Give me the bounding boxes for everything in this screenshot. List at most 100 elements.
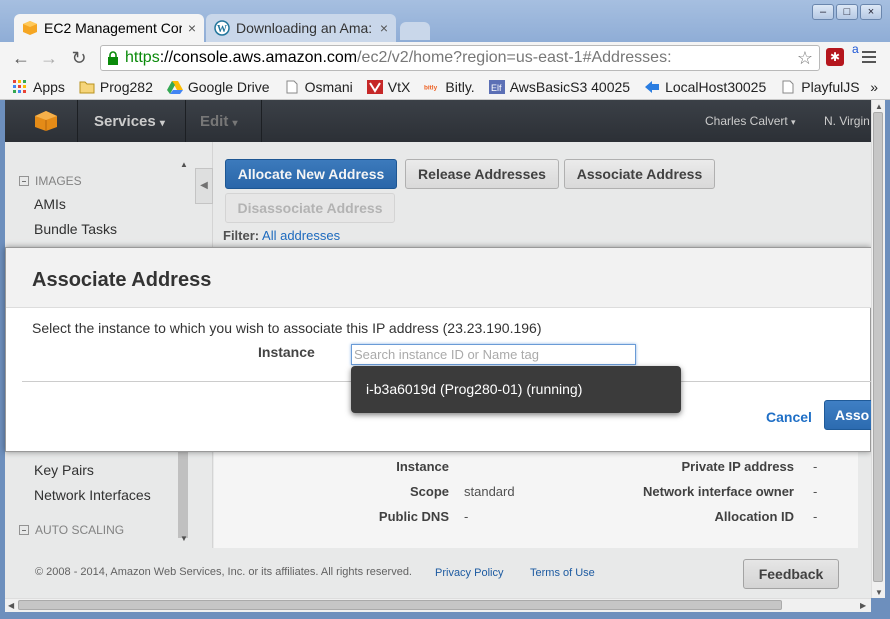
bookmark-google-drive[interactable]: Google Drive (166, 78, 270, 95)
filter-dropdown[interactable]: All addresses (262, 228, 340, 243)
region-menu[interactable]: N. Virgin (824, 114, 870, 128)
url-path: /ec2/v2/home?region=us-east-1#Addresses: (357, 49, 672, 66)
scroll-down-icon[interactable]: ▼ (875, 588, 883, 597)
bookmarks-bar: Apps Prog282 Google Drive Osmani VtX bit… (0, 74, 890, 100)
release-addresses-button[interactable]: Release Addresses (405, 159, 559, 189)
detail-scope-label: Scope (409, 484, 449, 499)
instance-label: Instance (258, 344, 315, 360)
bookmarks-overflow-icon[interactable]: » (870, 79, 878, 95)
privacy-policy-link[interactable]: Privacy Policy (435, 567, 503, 579)
sidebar-section-images[interactable]: IMAGES (19, 174, 82, 188)
horizontal-scrollbar-thumb[interactable] (18, 600, 782, 610)
nav-divider (185, 100, 186, 142)
detail-public-dns-label: Public DNS (378, 509, 449, 524)
vtx-icon (366, 79, 383, 94)
scroll-down-icon[interactable]: ▼ (180, 534, 188, 543)
extension-badge[interactable]: a (852, 42, 859, 56)
detail-nio-label: Network interface owner (643, 484, 794, 499)
window-controls: – □ × (812, 4, 882, 20)
detail-allocation-label: Allocation ID (714, 509, 794, 524)
back-icon[interactable]: ← (10, 47, 32, 69)
tab-title: EC2 Management Cor (44, 20, 182, 36)
nav-divider (261, 100, 262, 142)
bookmark-label: Google Drive (187, 78, 270, 95)
sidebar-item-key-pairs[interactable]: Key Pairs (34, 462, 94, 478)
scroll-left-icon[interactable]: ◀ (8, 601, 14, 610)
allocate-address-button[interactable]: Allocate New Address (225, 159, 397, 189)
svg-text:W: W (217, 24, 227, 35)
sidebar-item-amis[interactable]: AMIs (34, 196, 66, 212)
aws-cube-icon[interactable] (31, 110, 61, 132)
sidebar-section-auto-scaling[interactable]: AUTO SCALING (19, 523, 124, 537)
bookmark-star-icon[interactable]: ☆ (797, 46, 813, 70)
collapse-icon (19, 176, 29, 186)
bookmark-vtx[interactable]: VtX (366, 78, 411, 95)
tab-close-icon[interactable]: × (380, 20, 388, 36)
sidebar-heading: IMAGES (35, 174, 82, 188)
lock-icon (108, 51, 118, 65)
vertical-scrollbar-thumb[interactable] (873, 112, 883, 582)
diamond-arrow-icon (645, 80, 660, 93)
tab-close-icon[interactable]: × (188, 20, 196, 36)
bookmark-apps[interactable]: Apps (12, 79, 65, 95)
sidebar-heading: AUTO SCALING (35, 523, 125, 537)
user-menu[interactable]: Charles Calvert ▾ (705, 114, 796, 128)
detail-scope-value: standard (464, 484, 515, 499)
svg-text:Elf: Elf (491, 83, 502, 93)
dialog-header: Associate Address (6, 248, 872, 308)
scroll-up-icon[interactable]: ▲ (180, 160, 188, 169)
svg-text:bitly: bitly (424, 84, 438, 91)
forward-icon[interactable]: → (38, 47, 60, 69)
address-bar[interactable]: https://console.aws.amazon.com/ec2/v2/ho… (100, 45, 820, 71)
bookmark-prog282[interactable]: Prog282 (79, 79, 153, 95)
bookmark-bitly[interactable]: bitly Bitly. (424, 79, 474, 95)
aws-top-nav: Services ▾ Edit ▾ Charles Calvert ▾ N. V… (5, 100, 871, 142)
sidebar-item-network-interfaces[interactable]: Network Interfaces (34, 487, 151, 503)
scroll-up-icon[interactable]: ▲ (875, 102, 883, 111)
address-details-panel: Instance Scope standard Public DNS - Pri… (214, 448, 858, 548)
cancel-link[interactable]: Cancel (766, 409, 812, 425)
instance-search-input[interactable] (351, 344, 636, 365)
feedback-button[interactable]: Feedback (743, 559, 839, 589)
browser-titlebar: EC2 Management Cor × W Downloading an Am… (0, 0, 890, 42)
instance-suggestion-option[interactable]: i-b3a6019d (Prog280-01) (running) (351, 366, 681, 413)
tab-ec2-management[interactable]: EC2 Management Cor × (14, 14, 204, 42)
reload-icon[interactable]: ↻ (68, 47, 90, 69)
scroll-right-icon[interactable]: ▶ (860, 601, 866, 610)
apps-grid-icon (13, 79, 26, 93)
aws-box-icon (23, 21, 37, 35)
chrome-menu-icon[interactable] (862, 51, 876, 66)
chevron-down-icon: ▾ (232, 118, 238, 129)
bookmark-localhost30025[interactable]: LocalHost30025 (644, 79, 766, 95)
detail-instance-label: Instance (396, 459, 449, 474)
page-icon (286, 80, 298, 93)
associate-address-button[interactable]: Associate Address (564, 159, 715, 189)
close-window-icon[interactable]: × (860, 4, 882, 20)
bookmark-label: Bitly. (445, 78, 475, 95)
filter-label: Filter: (223, 228, 260, 243)
edit-menu[interactable]: Edit ▾ (200, 113, 238, 130)
sidebar-scrollbar-thumb[interactable] (178, 448, 188, 538)
new-tab-button[interactable] (400, 22, 430, 40)
bookmark-osmani[interactable]: Osmani (284, 79, 353, 95)
bookmark-awsbasics3[interactable]: Elf AwsBasicS3 40025 (488, 78, 631, 95)
minimize-icon[interactable]: – (812, 4, 834, 20)
disassociate-address-button[interactable]: Disassociate Address (225, 193, 395, 223)
nav-divider (77, 100, 78, 142)
services-menu[interactable]: Services ▾ (94, 113, 165, 130)
sidebar-collapse-toggle[interactable]: ◀ (195, 168, 213, 204)
detail-nio-value: - (813, 484, 818, 499)
bookmark-label: Apps (33, 78, 65, 95)
bitly-icon: bitly (424, 84, 438, 91)
sidebar-item-bundle-tasks[interactable]: Bundle Tasks (34, 221, 117, 237)
extension-icon[interactable]: ✱ (826, 48, 844, 66)
maximize-icon[interactable]: □ (836, 4, 858, 20)
terms-of-use-link[interactable]: Terms of Use (530, 567, 595, 579)
copyright-text: © 2008 - 2014, Amazon Web Services, Inc.… (35, 566, 412, 578)
bookmark-label: AwsBasicS3 40025 (509, 78, 631, 95)
detail-private-ip-label: Private IP address (681, 459, 795, 474)
tab-downloading[interactable]: W Downloading an Ama: × (206, 14, 396, 42)
browser-toolbar: ← → ↻ https://console.aws.amazon.com/ec2… (0, 42, 890, 74)
bookmark-playfuljs[interactable]: PlayfulJS (780, 79, 860, 95)
bookmark-label: VtX (387, 78, 411, 95)
